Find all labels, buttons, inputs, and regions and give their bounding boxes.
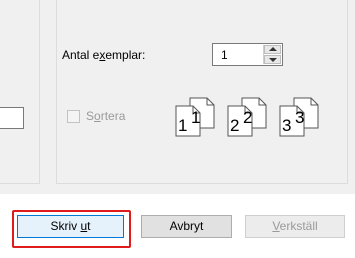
page-number-front: 1 [178,116,188,135]
page-number-front: 3 [282,116,292,135]
collate-checkbox[interactable] [67,110,80,123]
left-group-box [0,0,40,184]
collate-label: Sortera [86,109,126,123]
apply-button[interactable]: Verkställ [245,215,345,238]
print-button[interactable]: Skriv ut [17,215,124,238]
spin-buttons [263,45,281,64]
dialog-footer: Skriv ut Avbryt Verkställ [0,194,355,258]
copies-value[interactable]: 1 [221,48,228,62]
copies-group-box [56,0,348,184]
cancel-button[interactable]: Avbryt [141,215,232,238]
spin-up-icon[interactable] [264,45,281,54]
copies-spinner[interactable]: 1 [212,43,283,66]
spin-down-icon[interactable] [264,55,281,64]
page-number-back: 1 [191,108,201,127]
print-options-panel: Antal exemplar: 1 Sortera 112233 [0,0,355,194]
partial-input-field[interactable] [0,107,24,129]
page-number-front: 2 [230,116,240,135]
page-number-back: 3 [295,108,305,127]
copies-label: Antal exemplar: [62,48,146,62]
page-number-back: 2 [243,108,253,127]
